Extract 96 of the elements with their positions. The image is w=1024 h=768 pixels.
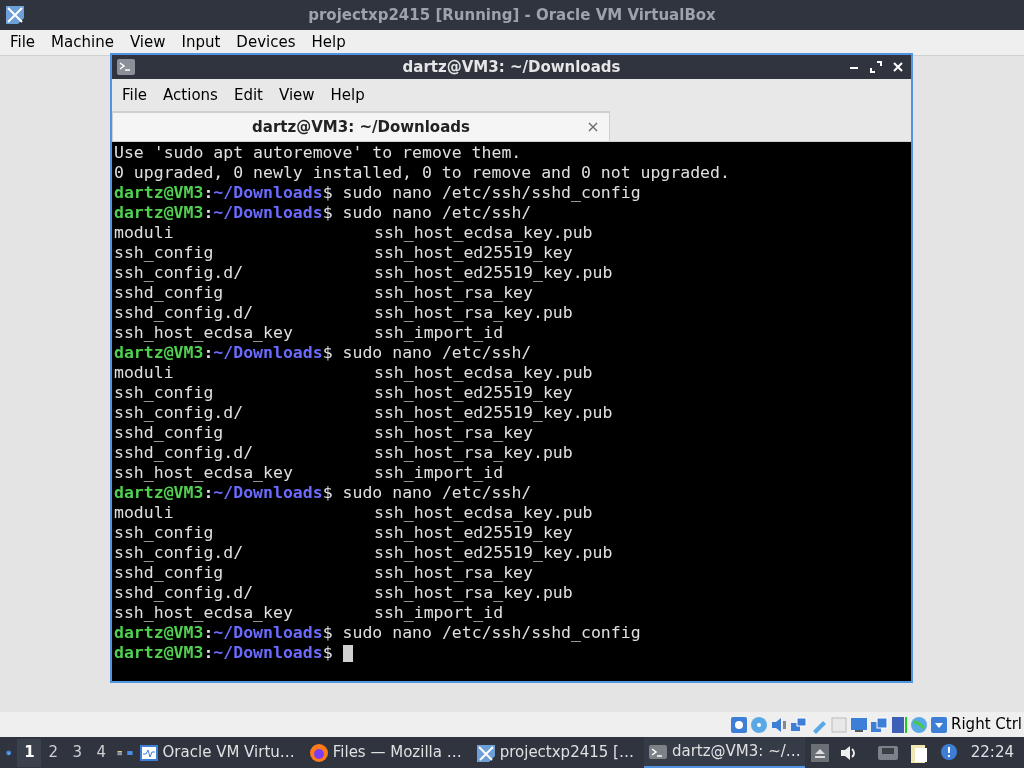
prompt: dartz@VM3:~/Downloads$ xyxy=(114,623,333,643)
prompt: dartz@VM3:~/Downloads$ xyxy=(114,483,333,503)
file-name: sshd_config.d/ xyxy=(114,303,255,323)
file-name: ssh_host_ed25519_key xyxy=(374,243,573,263)
file-name: ssh_host_ecdsa_key xyxy=(114,463,294,483)
command-text: sudo nano /etc/ssh/ xyxy=(342,343,532,363)
file-name: ssh_host_ecdsa_key xyxy=(114,323,294,343)
window-title: projectxp2415 [Running] - Oracle VM VirtualBox xyxy=(308,4,716,26)
file-name: ssh_host_ed25519_key xyxy=(374,383,573,403)
menu-item[interactable]: Edit xyxy=(225,83,271,107)
file-name: ssh_import_id xyxy=(374,323,504,343)
file-name: sshd_config xyxy=(114,423,225,443)
file-name: ssh_host_rsa_key.pub xyxy=(374,583,573,603)
network-adapter-icon[interactable] xyxy=(790,715,809,734)
menu-item[interactable]: Devices xyxy=(228,31,304,54)
file-name: ssh_import_id xyxy=(374,463,504,483)
file-name: ssh_config.d/ xyxy=(114,543,245,563)
display-icon[interactable] xyxy=(850,715,869,734)
task-label: Files — Mozilla … xyxy=(332,742,462,764)
optical-disc-icon[interactable] xyxy=(750,715,769,734)
file-name: ssh_host_ed25519_key xyxy=(374,523,573,543)
browser-icon xyxy=(308,742,329,763)
capture-icon[interactable] xyxy=(870,715,889,734)
file-name: sshd_config.d/ xyxy=(114,443,255,463)
file-name: ssh_config xyxy=(114,383,215,403)
output-line: 0 upgraded, 0 newly installed, 0 to remove and 0 not upgraded. xyxy=(114,163,730,183)
file-name: moduli xyxy=(114,223,175,243)
task-label: dartz@VM3: ~/… xyxy=(671,741,801,763)
globe-icon[interactable] xyxy=(910,715,929,734)
command-text: sudo nano /etc/ssh/ xyxy=(342,483,532,503)
command-text: sudo nano /etc/ssh/sshd_config xyxy=(342,183,641,203)
menu-item[interactable]: File xyxy=(2,31,44,54)
terminal-icon xyxy=(117,59,135,75)
file-name: ssh_host_ecdsa_key.pub xyxy=(374,223,593,243)
file-name: moduli xyxy=(114,363,175,383)
file-name: ssh_host_ecdsa_key.pub xyxy=(374,503,593,523)
file-name: sshd_config.d/ xyxy=(114,583,255,603)
taskbar-button[interactable]: Oracle VM Virtu… xyxy=(134,737,299,768)
file-name: ssh_host_rsa_key xyxy=(374,283,533,303)
menu-item[interactable]: Help xyxy=(303,31,354,54)
file-name: ssh_host_ed25519_key.pub xyxy=(374,263,613,283)
workspace-button[interactable]: 1 xyxy=(17,738,42,767)
menu-item[interactable]: View xyxy=(121,31,174,54)
taskbar-button[interactable]: Files — Mozilla … xyxy=(304,737,466,768)
cpu-icon[interactable] xyxy=(890,715,909,734)
workspace-button[interactable]: 4 xyxy=(89,738,114,767)
menu-item[interactable]: Machine xyxy=(43,31,122,54)
maximize-button[interactable] xyxy=(869,60,883,74)
audio-icon[interactable] xyxy=(770,715,789,734)
download-icon[interactable] xyxy=(930,715,949,734)
file-name: moduli xyxy=(114,503,175,523)
file-name: ssh_host_rsa_key.pub xyxy=(374,443,573,463)
workspace-button[interactable]: 2 xyxy=(41,738,66,767)
clock[interactable]: 22:24 xyxy=(970,741,1014,764)
output-line: Use 'sudo apt autoremove' to remove them. xyxy=(114,143,522,163)
file-name: ssh_host_rsa_key.pub xyxy=(374,303,573,323)
workspace-button[interactable]: 3 xyxy=(65,738,90,767)
file-name: ssh_host_ecdsa_key.pub xyxy=(374,363,593,383)
prompt: dartz@VM3:~/Downloads$ xyxy=(114,203,333,223)
app-logo-icon xyxy=(4,4,26,26)
taskbar-button[interactable]: projectxp2415 [… xyxy=(471,737,638,768)
menu-item[interactable]: Actions xyxy=(155,83,226,107)
prompt: dartz@VM3:~/Downloads$ xyxy=(114,183,333,203)
close-tab-button[interactable] xyxy=(587,121,599,133)
host-key-label: Right Ctrl xyxy=(951,714,1022,736)
file-name: ssh_import_id xyxy=(374,603,504,623)
window-title: dartz@VM3: ~/Downloads xyxy=(402,56,621,78)
file-name: ssh_host_ed25519_key.pub xyxy=(374,403,613,423)
file-name: ssh_host_rsa_key xyxy=(374,423,533,443)
task-label: Oracle VM Virtu… xyxy=(162,742,295,764)
prompt: dartz@VM3:~/Downloads$ xyxy=(114,343,333,363)
file-name: ssh_host_ecdsa_key xyxy=(114,603,294,623)
prompt: dartz@VM3:~/Downloads$ xyxy=(114,643,333,663)
taskbar-button[interactable]: dartz@VM3: ~/… xyxy=(643,737,805,768)
app-logo-icon xyxy=(475,742,496,763)
menu-item[interactable]: File xyxy=(114,83,156,107)
menu-item[interactable]: Input xyxy=(173,31,229,54)
file-name: ssh_host_rsa_key xyxy=(374,563,533,583)
command-text: sudo nano /etc/ssh/ xyxy=(342,203,532,223)
network-icon[interactable] xyxy=(876,743,899,762)
file-name: ssh_host_ed25519_key.pub xyxy=(374,543,613,563)
file-name: ssh_config xyxy=(114,523,215,543)
file-name: sshd_config xyxy=(114,563,225,583)
task-label: projectxp2415 [… xyxy=(499,742,634,764)
eject-icon[interactable] xyxy=(810,743,829,762)
menu-item[interactable]: Help xyxy=(322,83,373,107)
menu-item[interactable]: View xyxy=(270,83,323,107)
file-name: ssh_config.d/ xyxy=(114,263,245,283)
speaker-icon[interactable] xyxy=(838,743,857,762)
close-button[interactable] xyxy=(891,60,905,74)
file-name: sshd_config xyxy=(114,283,225,303)
terminal-tab[interactable]: dartz@VM3: ~/Downloads xyxy=(112,111,610,141)
file-name: ssh_config xyxy=(114,243,215,263)
file-name: ssh_config.d/ xyxy=(114,403,245,423)
command-text: sudo nano /etc/ssh/sshd_config xyxy=(342,623,641,643)
monitor-icon xyxy=(138,742,159,763)
